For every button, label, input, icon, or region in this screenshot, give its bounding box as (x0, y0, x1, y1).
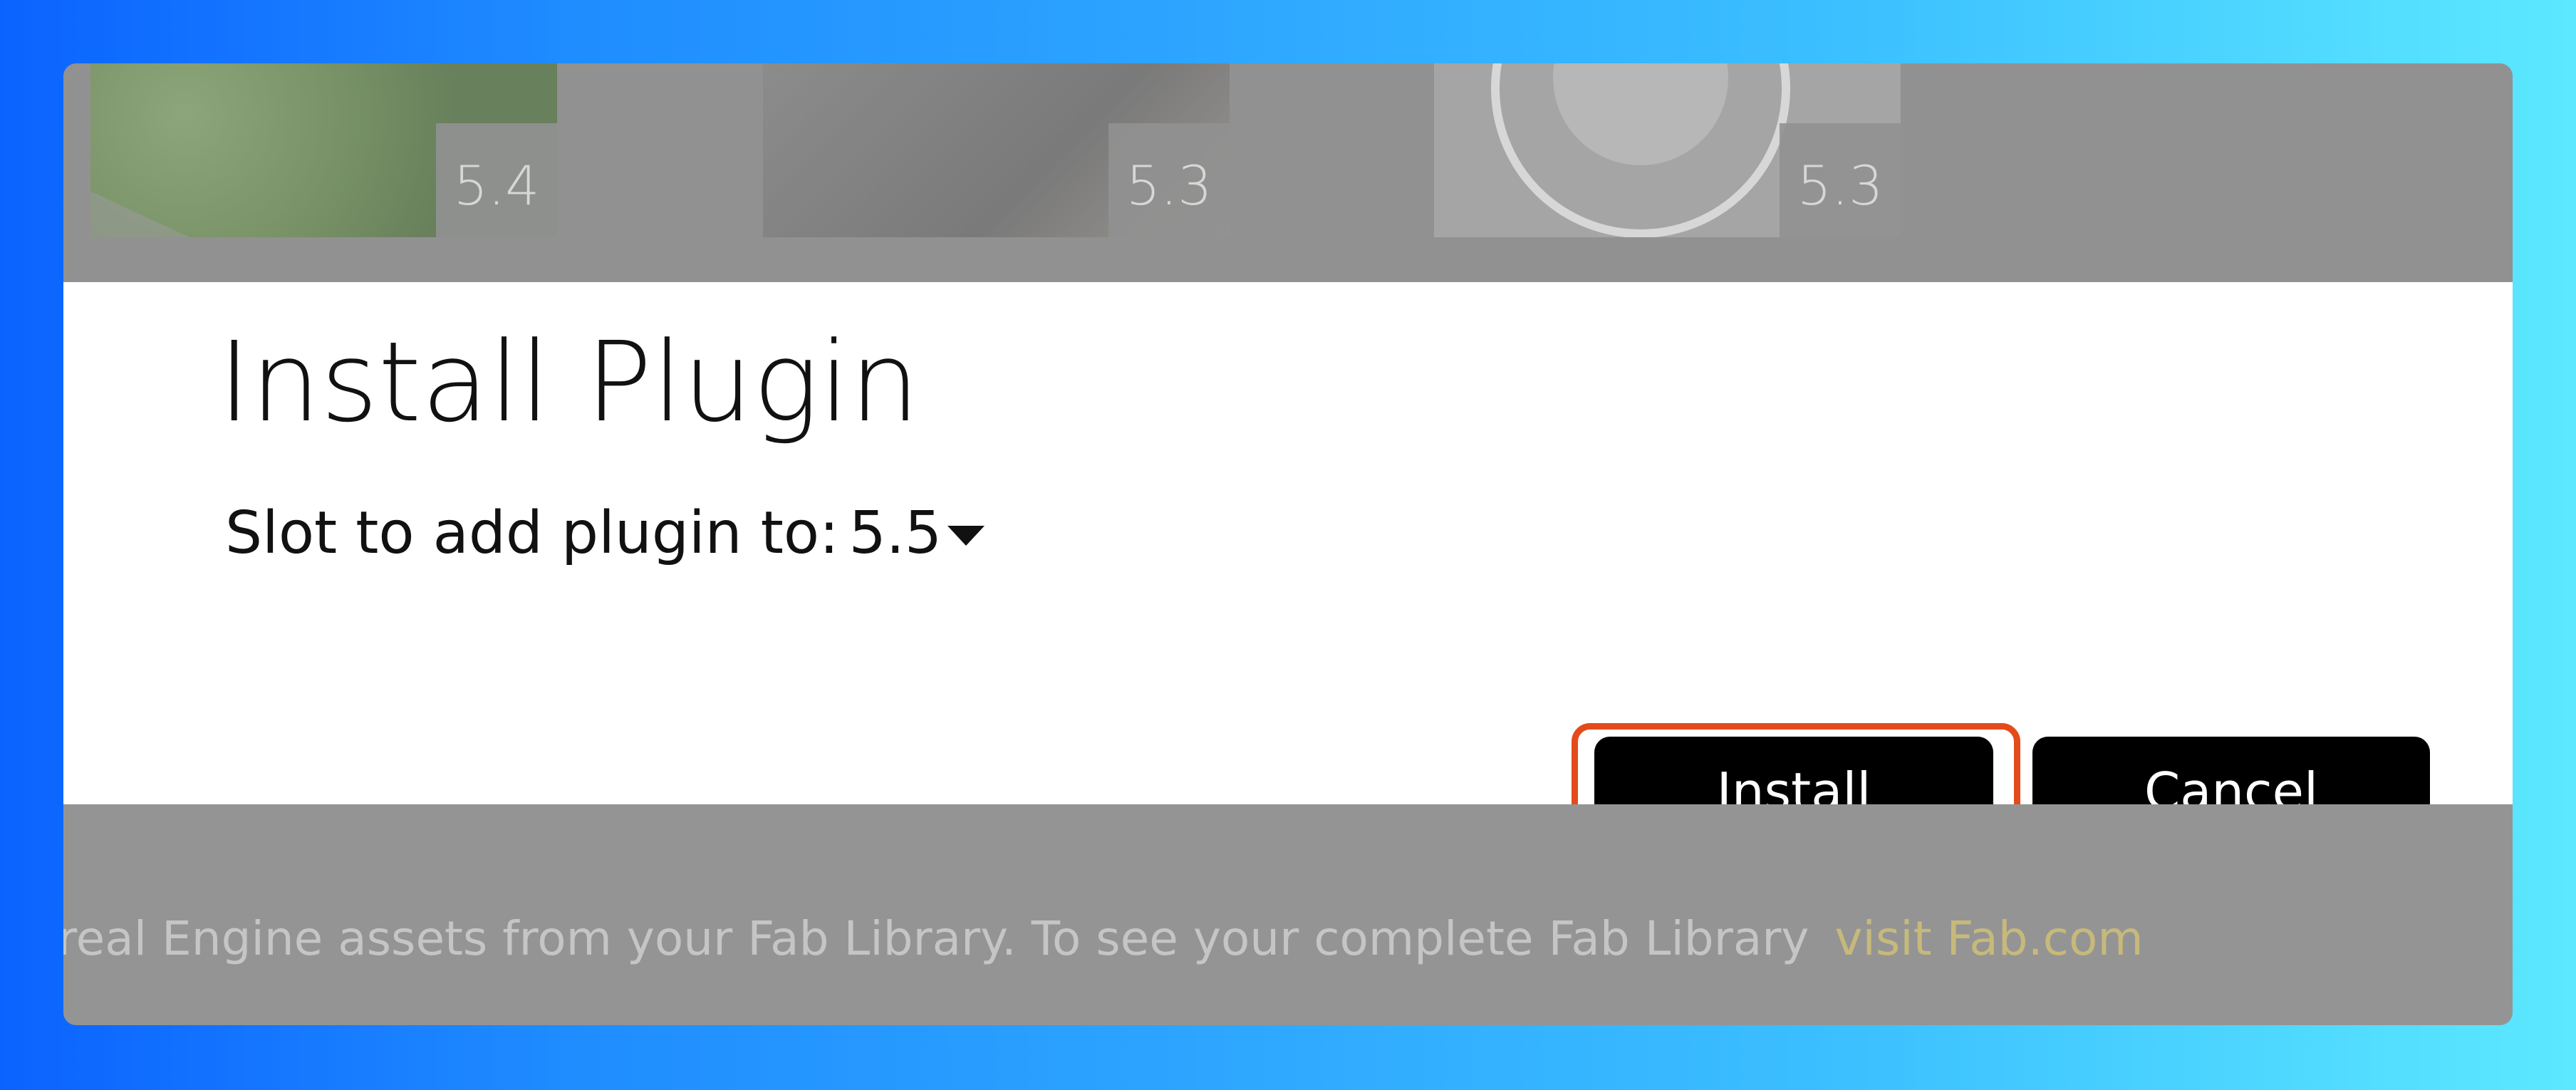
version-badge: 5.3 (1108, 123, 1230, 237)
asset-card[interactable]: 5.3 (763, 63, 1230, 237)
version-badge: 5.4 (436, 123, 557, 237)
plugin-logo-icon (1491, 63, 1790, 237)
asset-card[interactable]: 5.4 (90, 63, 557, 237)
library-grid: 5.4 5.3 5.3 (63, 63, 2513, 282)
slot-row: Slot to add plugin to: 5.5 (225, 499, 985, 567)
visit-fab-link[interactable]: visit Fab.com (1834, 911, 2143, 966)
slot-dropdown[interactable]: 5.5 (849, 499, 985, 567)
chevron-down-icon (947, 525, 985, 546)
install-plugin-dialog: Install Plugin Slot to add plugin to: 5.… (63, 282, 2513, 860)
app-window: 5.4 5.3 5.3 Install Plugin Slot to add p… (63, 63, 2513, 1025)
version-badge: 5.3 (1780, 123, 1901, 237)
asset-card[interactable]: 5.3 (1434, 63, 1901, 237)
footer-text: real Engine assets from your Fab Library… (63, 911, 1809, 966)
library-footer: real Engine assets from your Fab Library… (63, 804, 2513, 1025)
footer-message: real Engine assets from your Fab Library… (63, 911, 2144, 966)
dialog-title: Install Plugin (218, 318, 920, 447)
slot-value: 5.5 (848, 499, 942, 567)
slot-label: Slot to add plugin to: (225, 499, 839, 567)
